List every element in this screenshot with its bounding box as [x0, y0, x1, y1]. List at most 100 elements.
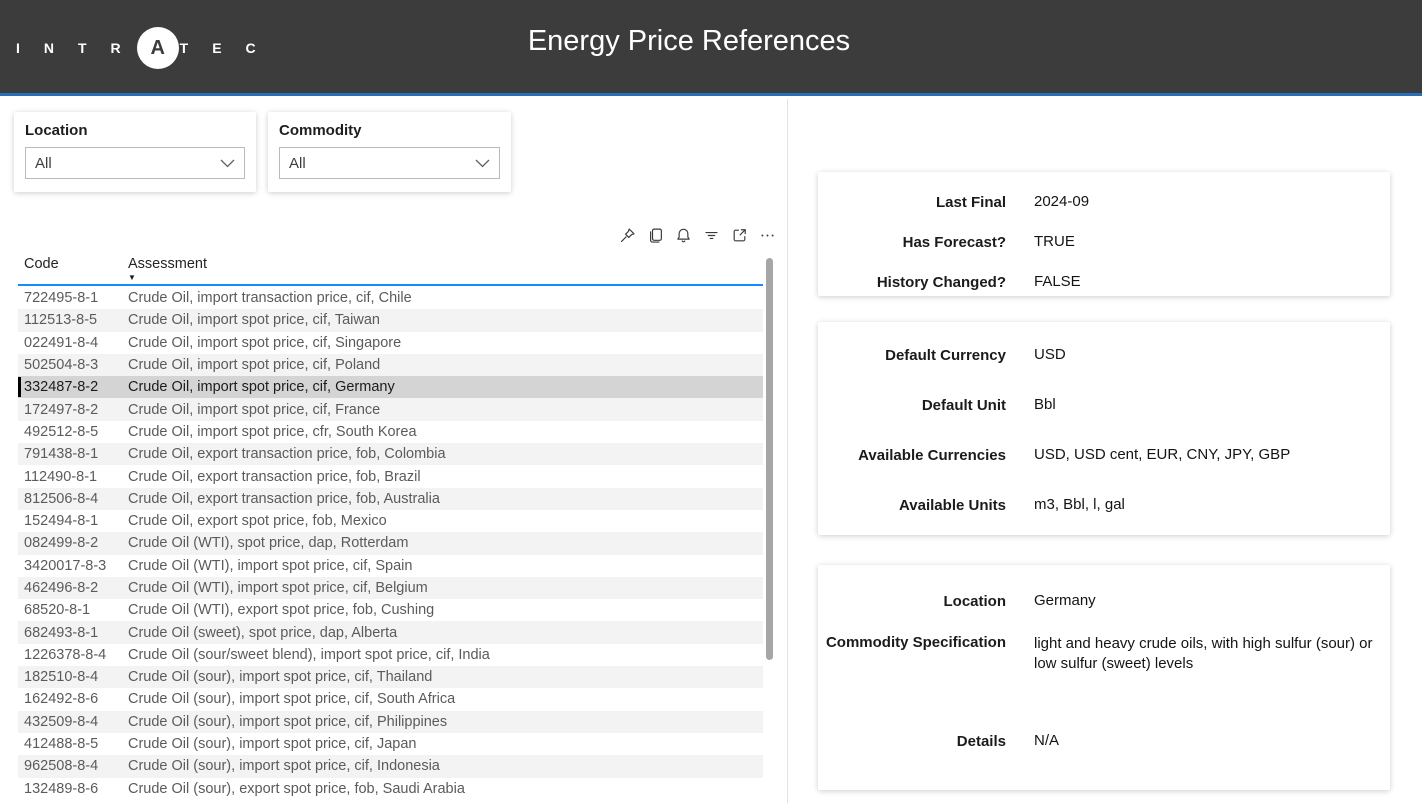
location-filter-dropdown[interactable]: All — [25, 147, 245, 179]
detail-value: Germany — [1034, 591, 1376, 611]
location-specification-card: Location Germany Commodity Specification li… — [818, 565, 1390, 790]
row-assessment: Crude Oil (sour), export spot price, fob… — [128, 781, 763, 797]
detail-label: Details — [818, 733, 1006, 750]
detail-label: Available Units — [818, 497, 1006, 514]
row-code: 462496-8-2 — [18, 580, 128, 596]
table-row[interactable]: 112513-8-5Crude Oil, import spot price, … — [18, 309, 763, 331]
logo-letters-post: TEC — [180, 40, 280, 56]
detail-value: FALSE — [1034, 272, 1376, 292]
row-assessment: Crude Oil (sour/sweet blend), import spo… — [128, 647, 763, 663]
table-row[interactable]: 812506-8-4Crude Oil, export transaction … — [18, 488, 763, 510]
table-row[interactable]: 432509-8-4Crude Oil (sour), import spot … — [18, 711, 763, 733]
table-row[interactable]: 132489-8-6Crude Oil (sour), export spot … — [18, 778, 763, 800]
visual-toolbar — [617, 225, 777, 245]
detail-field: Commodity Specification light and heavy c… — [818, 625, 1390, 717]
detail-label: Commodity Specification — [818, 634, 1006, 651]
commodity-filter-label: Commodity — [279, 122, 511, 139]
row-code: 162492-8-6 — [18, 691, 128, 707]
column-header-code[interactable]: Code — [18, 253, 128, 284]
detail-field: History Changed? FALSE — [818, 262, 1390, 302]
detail-value: USD, USD cent, EUR, CNY, JPY, GBP — [1034, 445, 1376, 465]
detail-label: History Changed? — [818, 274, 1006, 291]
more-options-icon[interactable] — [757, 225, 777, 245]
detail-value: Bbl — [1034, 395, 1376, 415]
detail-field: Default Unit Bbl — [818, 380, 1390, 430]
table-row[interactable]: 172497-8-2Crude Oil, import spot price, … — [18, 398, 763, 420]
detail-field: Default CurrencyUSD — [818, 330, 1390, 380]
table-row[interactable]: 722495-8-1Crude Oil, import transaction … — [18, 287, 763, 309]
table-row[interactable]: 332487-8-2Crude Oil, import spot price, … — [18, 376, 763, 398]
row-assessment: Crude Oil (sweet), spot price, dap, Albe… — [128, 625, 763, 641]
row-code: 502504-8-3 — [18, 357, 128, 373]
row-code: 332487-8-2 — [18, 379, 128, 395]
row-assessment: Crude Oil (WTI), spot price, dap, Rotter… — [128, 535, 763, 551]
row-code: 722495-8-1 — [18, 290, 128, 306]
row-assessment: Crude Oil (sour), import spot price, cif… — [128, 669, 763, 685]
detail-field: Location Germany — [818, 577, 1390, 625]
row-assessment: Crude Oil, import spot price, cif, Singa… — [128, 335, 763, 351]
table-row[interactable]: 162492-8-6Crude Oil (sour), import spot … — [18, 688, 763, 710]
row-code: 112490-8-1 — [18, 469, 128, 485]
final-forecast-card: Last Final 2024-09 Has Forecast?TRUE Histor… — [818, 172, 1390, 296]
table-row[interactable]: 112490-8-1Crude Oil, export transaction … — [18, 465, 763, 487]
location-filter-card: Location All — [14, 112, 256, 192]
table-row[interactable]: 492512-8-5Crude Oil, import spot price, … — [18, 421, 763, 443]
detail-label: Last Final — [818, 194, 1006, 211]
row-code: 132489-8-6 — [18, 781, 128, 797]
detail-label: Default Unit — [818, 397, 1006, 414]
detail-value: m3, Bbl, l, gal — [1034, 495, 1376, 515]
table-row[interactable]: 962508-8-4Crude Oil (sour), import spot … — [18, 755, 763, 777]
detail-value: 2024-09 — [1034, 192, 1376, 212]
row-code: 152494-8-1 — [18, 513, 128, 529]
table-row[interactable]: 502504-8-3Crude Oil, import spot price, … — [18, 354, 763, 376]
row-code: 412488-8-5 — [18, 736, 128, 752]
row-assessment: Crude Oil, import spot price, cfr, South… — [128, 424, 763, 440]
table-row[interactable]: 462496-8-2Crude Oil (WTI), import spot p… — [18, 577, 763, 599]
chevron-down-icon — [220, 159, 235, 168]
table-row[interactable]: 1226378-8-4Crude Oil (sour/sweet blend),… — [18, 644, 763, 666]
row-assessment: Crude Oil (sour), import spot price, cif… — [128, 758, 763, 774]
detail-field: Available CurrenciesUSD, USD cent, EUR, … — [818, 430, 1390, 480]
row-assessment: Crude Oil, import transaction price, cif… — [128, 290, 763, 306]
table-body: 722495-8-1Crude Oil, import transaction … — [18, 287, 763, 800]
location-filter-label: Location — [25, 122, 256, 139]
detail-field: Available Units m3, Bbl, l, gal — [818, 480, 1390, 530]
table-row[interactable]: 182510-8-4Crude Oil (sour), import spot … — [18, 666, 763, 688]
commodity-filter-value: All — [289, 155, 306, 172]
pin-icon[interactable] — [617, 225, 637, 245]
table-row[interactable]: 082499-8-2Crude Oil (WTI), spot price, d… — [18, 532, 763, 554]
table-row[interactable]: 682493-8-1Crude Oil (sweet), spot price,… — [18, 621, 763, 643]
detail-value: light and heavy crude oils, with high su… — [1034, 634, 1376, 675]
detail-field: Last Final 2024-09 — [818, 182, 1390, 222]
table-row[interactable]: 791438-8-1Crude Oil, export transaction … — [18, 443, 763, 465]
row-assessment: Crude Oil, import spot price, cif, Franc… — [128, 402, 763, 418]
row-assessment: Crude Oil (sour), import spot price, cif… — [128, 736, 763, 752]
detail-value: TRUE — [1034, 232, 1376, 252]
row-code: 812506-8-4 — [18, 491, 128, 507]
table-row[interactable]: 412488-8-5Crude Oil (sour), import spot … — [18, 733, 763, 755]
chevron-down-icon — [475, 159, 490, 168]
detail-label: Location — [818, 593, 1006, 610]
copy-icon[interactable] — [645, 225, 665, 245]
table-row[interactable]: 3420017-8-3Crude Oil (WTI), import spot … — [18, 555, 763, 577]
row-assessment: Crude Oil, export transaction price, fob… — [128, 469, 763, 485]
column-header-assessment[interactable]: Assessment ▼ — [128, 253, 763, 284]
filter-icon[interactable] — [701, 225, 721, 245]
logo-circle-a: A — [137, 27, 179, 69]
table-row[interactable]: 68520-8-1Crude Oil (WTI), export spot pr… — [18, 599, 763, 621]
top-banner: INTR A TEC Energy Price References — [0, 0, 1422, 96]
page-title: Energy Price References — [528, 25, 850, 58]
logo-letters-pre: INTR — [16, 40, 145, 56]
row-assessment: Crude Oil (WTI), import spot price, cif,… — [128, 558, 763, 574]
focus-mode-icon[interactable] — [729, 225, 749, 245]
table-scrollbar-thumb[interactable] — [766, 258, 773, 660]
row-code: 082499-8-2 — [18, 535, 128, 551]
commodity-filter-dropdown[interactable]: All — [279, 147, 500, 179]
row-code: 962508-8-4 — [18, 758, 128, 774]
detail-label: Default Currency — [818, 347, 1006, 364]
table-row[interactable]: 152494-8-1Crude Oil, export spot price, … — [18, 510, 763, 532]
table-row[interactable]: 022491-8-4Crude Oil, import spot price, … — [18, 332, 763, 354]
row-code: 68520-8-1 — [18, 602, 128, 618]
detail-field: Has Forecast?TRUE — [818, 222, 1390, 262]
alert-bell-icon[interactable] — [673, 225, 693, 245]
